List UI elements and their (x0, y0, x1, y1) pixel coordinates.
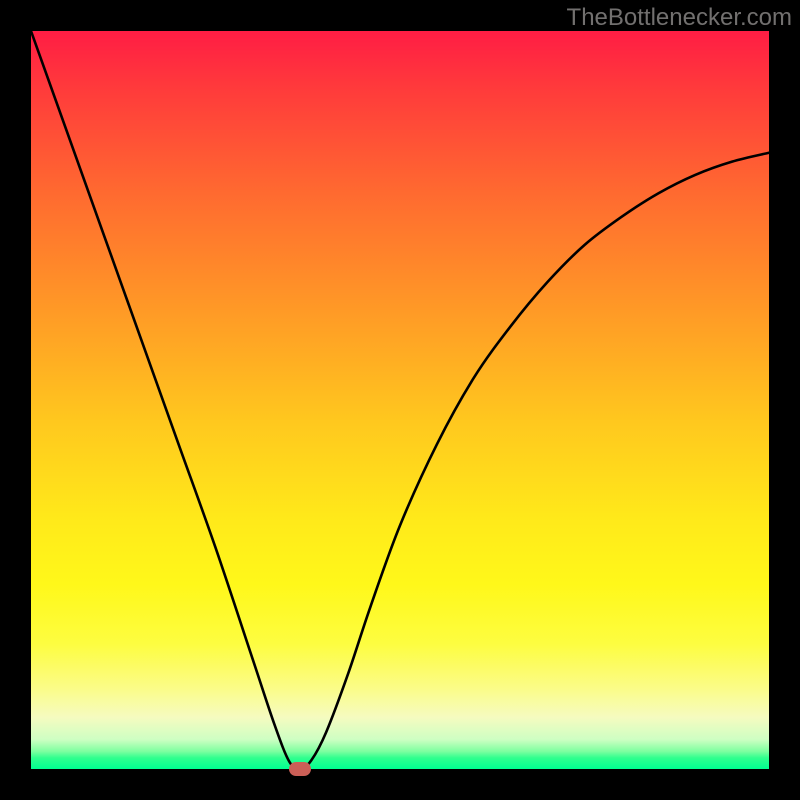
plot-area (31, 31, 769, 769)
bottleneck-curve (31, 31, 769, 769)
source-label: TheBottlenecker.com (567, 4, 792, 32)
chart-svg (31, 31, 769, 769)
optimum-marker (289, 762, 311, 776)
